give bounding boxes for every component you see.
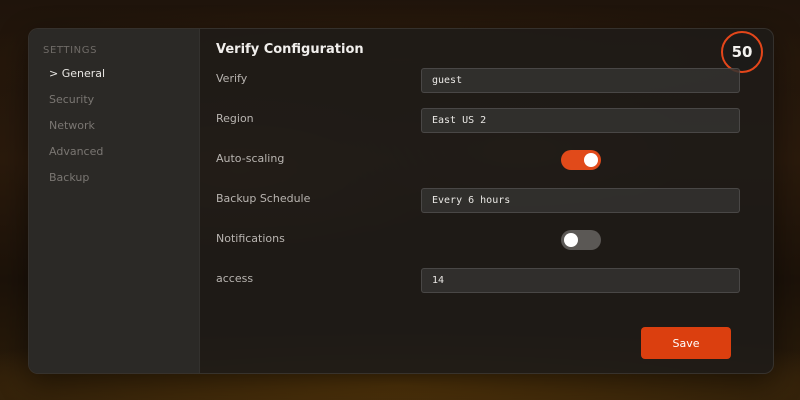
notifications-toggle[interactable] [561, 230, 601, 250]
toggle-knob [564, 233, 578, 247]
page-title: Verify Configuration [216, 42, 364, 57]
sidebar-item-network[interactable]: Network [49, 119, 95, 132]
access-input[interactable] [421, 268, 740, 293]
backup-schedule-input[interactable] [421, 188, 740, 213]
sidebar-item-advanced[interactable]: Advanced [49, 145, 103, 158]
backup-schedule-label: Backup Schedule [216, 192, 311, 205]
auto-scaling-label: Auto-scaling [216, 152, 285, 165]
notifications-label: Notifications [216, 232, 285, 245]
region-label: Region [216, 112, 254, 125]
verify-input[interactable] [421, 68, 740, 93]
sidebar-heading: SETTINGS [43, 45, 98, 56]
save-button[interactable]: Save [641, 327, 731, 359]
sidebar: SETTINGS > General Security Network Adva… [29, 29, 200, 373]
verify-label: Verify [216, 72, 248, 85]
sidebar-item-general[interactable]: > General [49, 67, 105, 80]
main-content: Verify Configuration 50 Verify Region Au… [199, 29, 773, 373]
region-input[interactable] [421, 108, 740, 133]
auto-scaling-toggle[interactable] [561, 150, 601, 170]
score-badge: 50 [721, 31, 763, 73]
access-label: access [216, 272, 254, 285]
toggle-knob [584, 153, 598, 167]
sidebar-item-backup[interactable]: Backup [49, 171, 89, 184]
sidebar-item-security[interactable]: Security [49, 93, 94, 106]
settings-panel: SETTINGS > General Security Network Adva… [28, 28, 774, 374]
